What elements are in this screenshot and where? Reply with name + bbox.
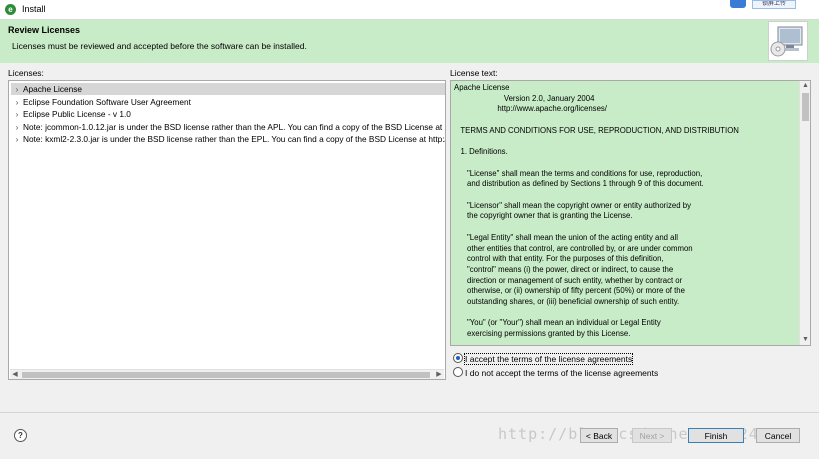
license-item-jcommon-note[interactable]: › Note: jcommon-1.0.12.jar is under the B… [11, 121, 445, 133]
license-text-label: License text: [450, 68, 498, 78]
license-item-eclipse-agreement[interactable]: › Eclipse Foundation Software User Agreem… [11, 96, 445, 108]
accept-label[interactable]: I accept the terms of the license agreem… [463, 353, 634, 365]
overlay-tool-label[interactable]: 锁屏上传 [752, 0, 796, 9]
license-item-label: Note: kxml2-2.3.0.jar is under the BSD l… [23, 134, 445, 144]
license-item-label: Note: jcommon-1.0.12.jar is under the BS… [23, 122, 445, 132]
help-icon[interactable]: ? [14, 429, 27, 442]
scroll-down-icon[interactable]: ▼ [800, 335, 810, 345]
license-item-apache[interactable]: › Apache License [11, 83, 445, 95]
scroll-up-icon[interactable]: ▲ [800, 81, 810, 91]
cancel-button[interactable]: Cancel [756, 428, 800, 443]
computer-install-icon [768, 21, 808, 61]
scroll-right-icon[interactable]: ▶ [434, 370, 444, 379]
decline-radio[interactable] [453, 367, 463, 377]
licenses-label: Licenses: [8, 68, 44, 78]
licenses-tree[interactable]: › Apache License › Eclipse Foundation Soft… [8, 80, 446, 380]
chevron-right-icon[interactable]: › [11, 96, 23, 108]
finish-button[interactable]: Finish [688, 428, 744, 443]
footer-separator [0, 412, 819, 413]
chevron-right-icon[interactable]: › [11, 108, 23, 120]
decline-label[interactable]: I do not accept the terms of the license… [465, 368, 658, 378]
scrollbar-thumb[interactable] [802, 93, 809, 121]
license-item-label: Eclipse Public License - v 1.0 [23, 109, 131, 119]
next-button[interactable]: Next > [632, 428, 672, 443]
scrollbar-thumb[interactable] [22, 372, 430, 378]
vertical-scrollbar[interactable]: ▲ ▼ [799, 81, 810, 345]
title-bar[interactable] [0, 0, 819, 20]
license-text-area[interactable]: Apache License Version 2.0, January 2004… [450, 80, 811, 346]
license-text-content: Apache License Version 2.0, January 2004… [454, 83, 739, 339]
back-button[interactable]: < Back [580, 428, 618, 443]
window-title: Install [22, 4, 46, 14]
scroll-left-icon[interactable]: ◀ [10, 370, 20, 379]
page-description: Licenses must be reviewed and accepted b… [12, 41, 307, 51]
license-item-label: Apache License [23, 84, 83, 94]
license-item-label: Eclipse Foundation Software User Agreeme… [23, 97, 191, 107]
horizontal-scrollbar[interactable]: ◀ ▶ [10, 369, 444, 379]
license-item-epl[interactable]: › Eclipse Public License - v 1.0 [11, 108, 445, 120]
chevron-right-icon[interactable]: › [11, 121, 23, 133]
eclipse-install-icon: e [5, 4, 16, 15]
overlay-tool-icon[interactable] [730, 0, 746, 8]
chevron-right-icon[interactable]: › [11, 83, 23, 95]
license-item-kxml2-note[interactable]: › Note: kxml2-2.3.0.jar is under the BSD … [11, 133, 445, 145]
page-title: Review Licenses [8, 25, 81, 35]
chevron-right-icon[interactable]: › [11, 133, 23, 145]
accept-radio-option[interactable]: I accept the terms of the license agreem… [453, 353, 634, 365]
accept-radio[interactable] [453, 353, 463, 363]
decline-radio-option[interactable]: I do not accept the terms of the license… [453, 367, 658, 379]
